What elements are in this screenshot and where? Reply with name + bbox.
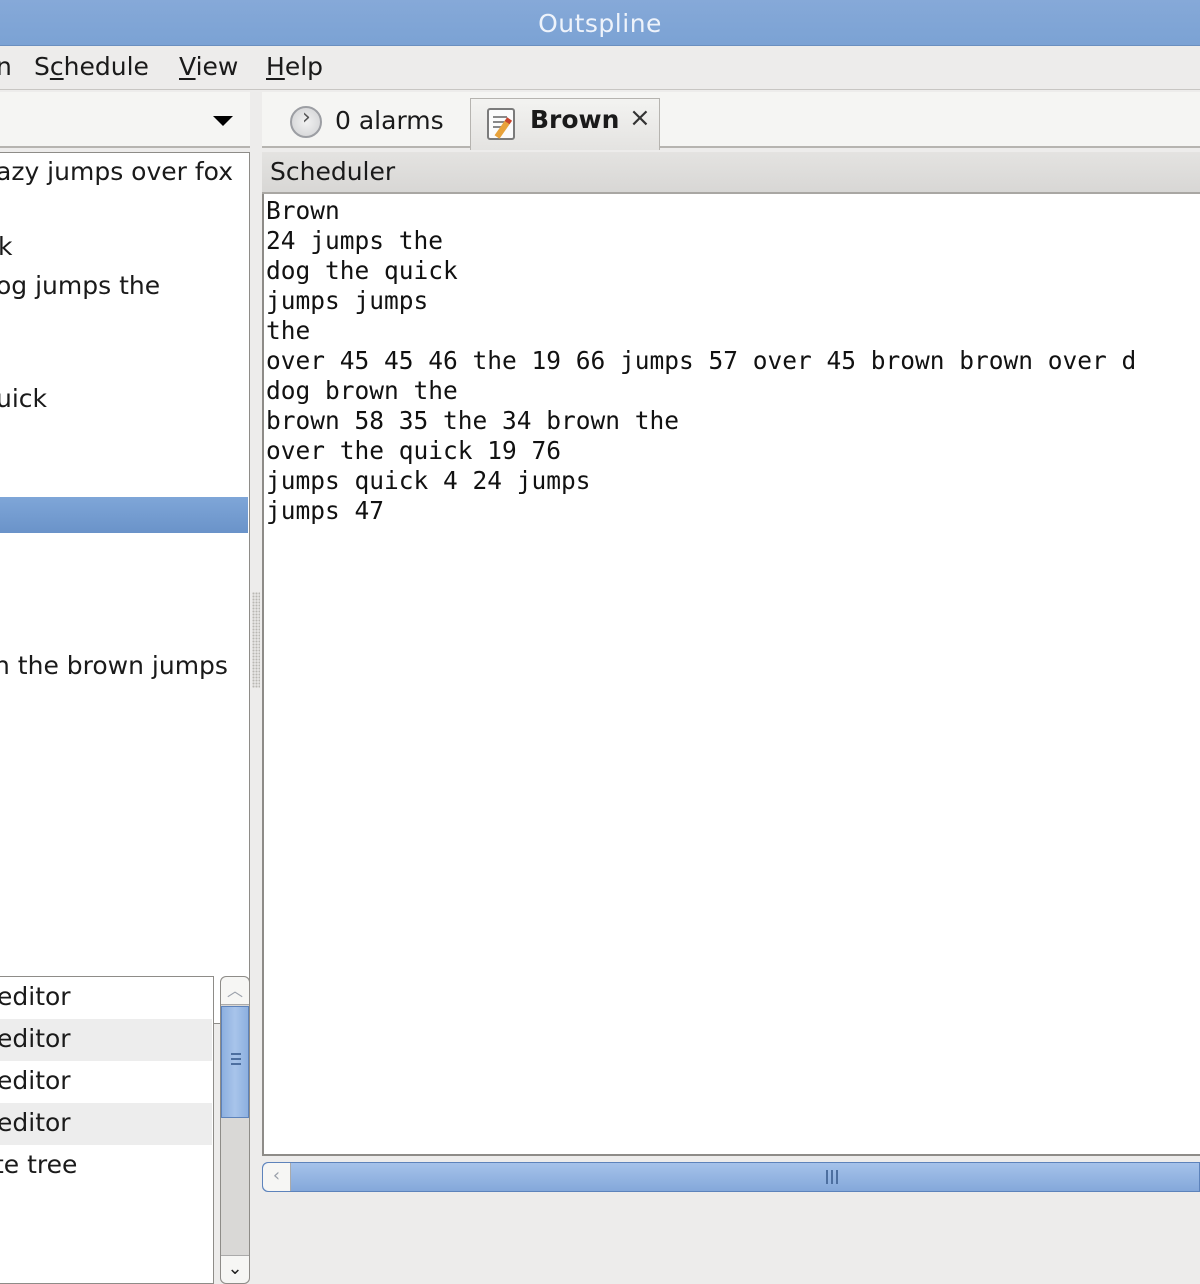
tab-label: Brown [530, 105, 620, 134]
close-icon[interactable]: × [629, 103, 651, 133]
clock-icon [290, 105, 322, 138]
scrollbar-thumb[interactable] [221, 1006, 249, 1118]
history-item-label: editor [0, 1066, 71, 1095]
chevron-down-icon: ⌄ [227, 1258, 243, 1279]
scroll-down-button[interactable]: ⌄ [221, 1255, 249, 1283]
tab-brown[interactable]: Brown × [470, 98, 660, 150]
tree-item[interactable]: n the brown jumps [0, 649, 248, 685]
chevron-up-icon: ︿ [226, 981, 243, 1000]
editor-horizontal-scrollbar[interactable]: ‹ [262, 1162, 1200, 1192]
tree-item-label: uick [0, 384, 48, 413]
scroll-left-button[interactable]: ‹ [263, 1163, 291, 1191]
right-pane: 0 alarms Brown × Scheduler Brown 24 jump… [262, 92, 1200, 1200]
menu-label: S [34, 52, 50, 81]
tree-item[interactable]: og jumps the [0, 269, 248, 305]
tab-strip: 0 alarms Brown × [262, 92, 1200, 150]
tree-item-label: n the brown jumps [0, 651, 228, 680]
history-vertical-scrollbar[interactable]: ︿ ⌄ [220, 976, 250, 1284]
tree-item-label: azy jumps over fox [0, 157, 233, 186]
menu-mnemonic: V [179, 52, 196, 81]
left-pane: azy jumps over fox k og jumps the uick n… [0, 92, 250, 1284]
history-item[interactable]: editor [0, 977, 212, 1019]
menu-schedule[interactable]: Schedule [34, 52, 149, 81]
panel-header-label: Scheduler [270, 157, 396, 186]
menu-label: hedule [63, 52, 149, 81]
database-selector[interactable] [0, 92, 250, 148]
window-title: Outspline [538, 9, 662, 38]
tree-item[interactable]: azy jumps over fox [0, 155, 248, 191]
history-item[interactable]: te tree [0, 1145, 212, 1187]
menu-mnemonic: c [49, 52, 64, 81]
tree-item-label: og jumps the [0, 271, 161, 300]
outline-tree[interactable]: azy jumps over fox k og jumps the uick n… [0, 152, 250, 1024]
history-list[interactable]: editor editor editor editor te tree [0, 976, 214, 1284]
history-item-label: editor [0, 982, 71, 1011]
text-editor[interactable]: Brown 24 jumps the dog the quick jumps j… [262, 194, 1200, 1156]
tree-item-selected[interactable] [0, 497, 248, 533]
pane-splitter[interactable] [252, 592, 260, 688]
menu-help[interactable]: Help [266, 52, 323, 81]
scheduler-header[interactable]: Scheduler [262, 152, 1200, 194]
history-item-label: editor [0, 1108, 71, 1137]
chevron-left-icon: ‹ [272, 1165, 281, 1186]
history-item[interactable]: editor [0, 1061, 212, 1103]
menu-label: elp [284, 52, 324, 81]
tree-item-label: k [0, 232, 12, 261]
history-item[interactable]: editor [0, 1019, 212, 1061]
dropdown-arrow-icon[interactable] [213, 116, 233, 126]
tree-item[interactable]: k [0, 230, 248, 266]
edit-note-icon [487, 108, 515, 140]
scroll-up-button[interactable]: ︿ [221, 977, 249, 1005]
history-item-label: editor [0, 1024, 71, 1053]
menu-label: n [0, 52, 12, 81]
menu-label: iew [195, 52, 239, 81]
editor-content[interactable]: Brown 24 jumps the dog the quick jumps j… [266, 196, 1136, 526]
menu-bar: n Schedule View Help [0, 46, 1200, 90]
grip-icon [231, 1053, 241, 1065]
title-bar: Outspline [0, 0, 1200, 46]
menu-item-partial[interactable]: n [0, 52, 12, 81]
grip-icon [826, 1170, 838, 1184]
tree-item[interactable]: uick [0, 382, 248, 418]
menu-mnemonic: H [266, 52, 285, 81]
history-item-label: te tree [0, 1150, 78, 1179]
tab-label: 0 alarms [335, 106, 444, 135]
history-item[interactable]: editor [0, 1103, 212, 1145]
menu-view[interactable]: View [179, 52, 238, 81]
